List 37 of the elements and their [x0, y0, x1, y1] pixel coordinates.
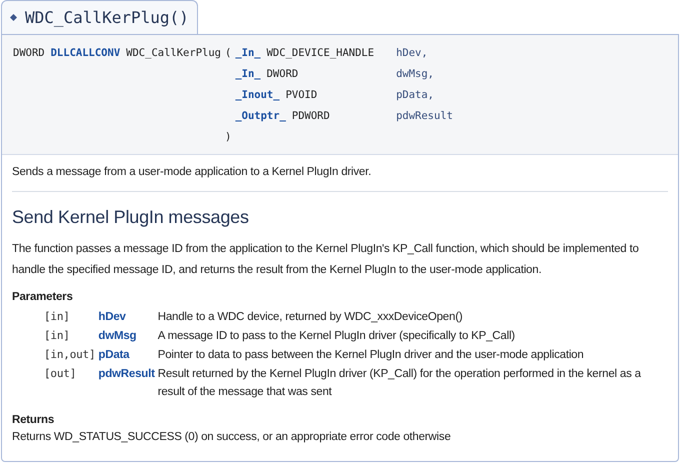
param-annotation: _Outptr_ [235, 109, 286, 124]
param-annotation: _In_ [235, 46, 261, 61]
returns-text: Returns WD_STATUS_SUCCESS (0) on success, or an appropriate error code otherwise [12, 430, 452, 445]
param-description: Handle to a WDC device, returned by WDC_xxxDeviceOpen() [158, 310, 464, 324]
returns-title: Returns [12, 412, 56, 428]
function-name: WDC_CallKerPlug [126, 46, 221, 61]
param-name: pdwResult [98, 366, 156, 382]
param-name: dwMsg [98, 328, 138, 344]
param-name: hDev [98, 310, 127, 324]
diamond-icon [10, 14, 17, 21]
function-title: WDC_CallKerPlug() [25, 10, 189, 26]
section-heading: Send Kernel PlugIn messages [12, 206, 250, 230]
calling-convention: DLLCALLCONV [50, 46, 120, 61]
param-direction: [in] [44, 308, 71, 324]
param-direction: [in] [44, 328, 71, 344]
param-name: pData, [396, 88, 436, 103]
param-name: pData [98, 348, 130, 362]
return-type: DWORD [13, 46, 45, 61]
open-paren: ( [224, 46, 232, 61]
param-description: Pointer to data to pass between the Kernel PlugIn driver and the user-mode application [158, 348, 585, 362]
description-paragraph: The function passes a message ID from the application to the Kernel PlugIn's KP_Call function, which should be implemented to handle the specified message ID, and returns the result from the Kernel PlugIn to the user-mode application. [12, 242, 640, 278]
param-type: PVOID [286, 88, 318, 103]
param-annotation: _In_ [235, 67, 261, 82]
param-name: dwMsg, [396, 67, 436, 82]
param-description: A message ID to pass to the Kernel PlugIn driver (specifically to KP_Call) [158, 328, 516, 344]
param-type: WDC_DEVICE_HANDLE [266, 46, 374, 61]
param-direction: [in,out] [44, 346, 96, 362]
param-description: Result returned by the Kernel PlugIn driver (KP_Call) for the operation performed in the kernel as a result of the message that was sent [158, 366, 642, 400]
close-paren: ) [224, 130, 232, 145]
param-name: pdwResult [396, 109, 453, 124]
param-type: DWORD [266, 67, 298, 82]
param-type: PDWORD [292, 109, 330, 124]
param-direction: [out] [44, 366, 78, 382]
brief-description: Sends a message from a user-mode application to a Kernel PlugIn driver. [12, 155, 668, 192]
parameters-title: Parameters [12, 290, 74, 306]
param-annotation: _Inout_ [235, 88, 280, 103]
param-name: hDev, [396, 46, 429, 61]
